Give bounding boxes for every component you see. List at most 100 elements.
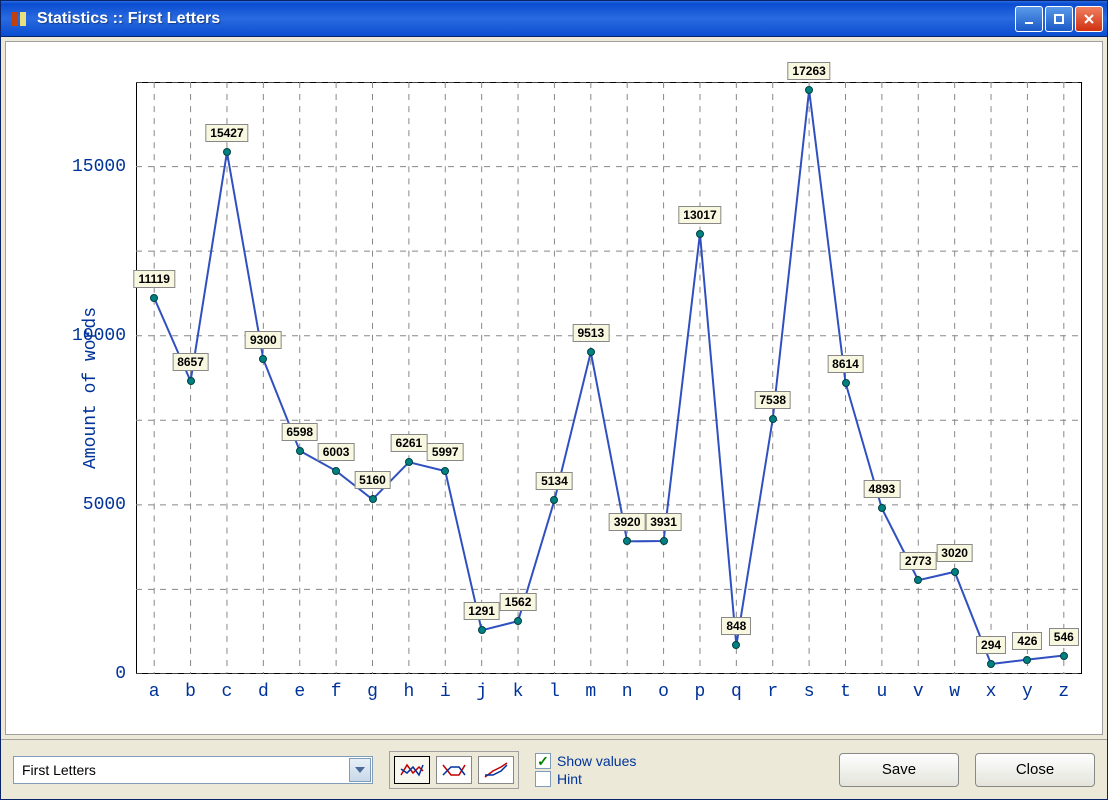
data-label: 15427: [205, 124, 248, 142]
data-point[interactable]: [550, 496, 558, 504]
x-tick-label: m: [585, 674, 596, 702]
data-label: 6003: [318, 443, 355, 461]
data-label: 3020: [936, 544, 973, 562]
data-label: 546: [1049, 628, 1079, 646]
x-tick-label: z: [1058, 674, 1069, 702]
close-button-label: Close: [1016, 761, 1054, 778]
y-tick-label: 0: [115, 664, 136, 684]
titlebar[interactable]: Statistics :: First Letters: [1, 1, 1107, 37]
data-label: 9300: [245, 331, 282, 349]
data-label: 5997: [427, 443, 464, 461]
maximize-button[interactable]: [1045, 6, 1073, 32]
data-point[interactable]: [987, 660, 995, 668]
chart-area: Amount of words 050001000015000abcdefghi…: [5, 41, 1103, 735]
data-point[interactable]: [223, 148, 231, 156]
data-point[interactable]: [769, 415, 777, 423]
y-tick-label: 15000: [72, 157, 136, 177]
data-label: 17263: [787, 62, 830, 80]
data-point[interactable]: [696, 230, 704, 238]
show-values-checkbox[interactable]: Show values: [535, 753, 636, 769]
data-point[interactable]: [150, 294, 158, 302]
x-tick-label: q: [731, 674, 742, 702]
x-tick-label: w: [949, 674, 960, 702]
data-label: 1291: [463, 602, 500, 620]
data-label: 3931: [645, 513, 682, 531]
window-controls: [1015, 6, 1103, 32]
options-group: Show values Hint: [535, 753, 636, 787]
data-point[interactable]: [441, 467, 449, 475]
data-point[interactable]: [1023, 656, 1031, 664]
data-point[interactable]: [805, 86, 813, 94]
app-icon: [9, 9, 29, 29]
data-point[interactable]: [296, 447, 304, 455]
data-point[interactable]: [914, 576, 922, 584]
chart-type-line1-button[interactable]: [394, 756, 430, 784]
statistic-select-value: First Letters: [22, 762, 96, 778]
data-label: 8614: [827, 355, 864, 373]
data-label: 5160: [354, 471, 391, 489]
x-tick-label: h: [403, 674, 414, 702]
window-frame: Statistics :: First Letters Amount of wo…: [0, 0, 1108, 800]
data-label: 11119: [133, 270, 174, 288]
data-point[interactable]: [259, 355, 267, 363]
data-point[interactable]: [369, 495, 377, 503]
data-label: 3920: [609, 513, 646, 531]
data-label: 9513: [572, 324, 609, 342]
data-point[interactable]: [405, 458, 413, 466]
chart-type-group: [389, 751, 519, 789]
x-tick-label: j: [476, 674, 487, 702]
y-tick-label: 5000: [83, 495, 136, 515]
x-tick-label: r: [767, 674, 778, 702]
x-tick-label: x: [986, 674, 997, 702]
x-tick-label: n: [622, 674, 633, 702]
hint-checkbox[interactable]: Hint: [535, 771, 636, 787]
x-tick-label: a: [149, 674, 160, 702]
checkbox-icon: [535, 771, 551, 787]
data-point[interactable]: [587, 348, 595, 356]
data-point[interactable]: [187, 377, 195, 385]
data-label: 2773: [900, 552, 937, 570]
data-label: 6598: [281, 423, 318, 441]
y-tick-label: 10000: [72, 326, 136, 346]
close-button[interactable]: [1075, 6, 1103, 32]
x-tick-label: f: [331, 674, 342, 702]
x-tick-label: o: [658, 674, 669, 702]
x-tick-label: c: [222, 674, 233, 702]
data-point[interactable]: [1060, 652, 1068, 660]
x-tick-label: t: [840, 674, 851, 702]
minimize-button[interactable]: [1015, 6, 1043, 32]
client-area: Amount of words 050001000015000abcdefghi…: [1, 37, 1107, 799]
show-values-label: Show values: [557, 753, 636, 769]
data-label: 7538: [754, 391, 791, 409]
data-label: 6261: [391, 434, 428, 452]
window-title: Statistics :: First Letters: [37, 10, 1015, 28]
data-point[interactable]: [878, 504, 886, 512]
x-tick-label: y: [1022, 674, 1033, 702]
data-point[interactable]: [332, 467, 340, 475]
checkbox-icon: [535, 753, 551, 769]
save-button[interactable]: Save: [839, 753, 959, 787]
chart-type-line2-button[interactable]: [436, 756, 472, 784]
data-point[interactable]: [732, 641, 740, 649]
data-point[interactable]: [842, 379, 850, 387]
data-label: 13017: [678, 206, 721, 224]
x-tick-label: i: [440, 674, 451, 702]
data-point[interactable]: [660, 537, 668, 545]
chart-type-line3-button[interactable]: [478, 756, 514, 784]
close-dialog-button[interactable]: Close: [975, 753, 1095, 787]
x-tick-label: b: [185, 674, 196, 702]
plot-region: 050001000015000abcdefghijklmnopqrstuvwxy…: [136, 82, 1082, 674]
dropdown-arrow-icon: [349, 758, 371, 782]
data-label: 294: [976, 636, 1006, 654]
data-point[interactable]: [514, 617, 522, 625]
data-label: 426: [1012, 632, 1042, 650]
hint-label: Hint: [557, 771, 582, 787]
data-point[interactable]: [951, 568, 959, 576]
save-button-label: Save: [882, 761, 916, 778]
statistic-select[interactable]: First Letters: [13, 756, 373, 784]
x-tick-label: u: [876, 674, 887, 702]
data-point[interactable]: [623, 537, 631, 545]
chart-line: [136, 82, 1082, 674]
x-tick-label: l: [549, 674, 560, 702]
data-point[interactable]: [478, 626, 486, 634]
